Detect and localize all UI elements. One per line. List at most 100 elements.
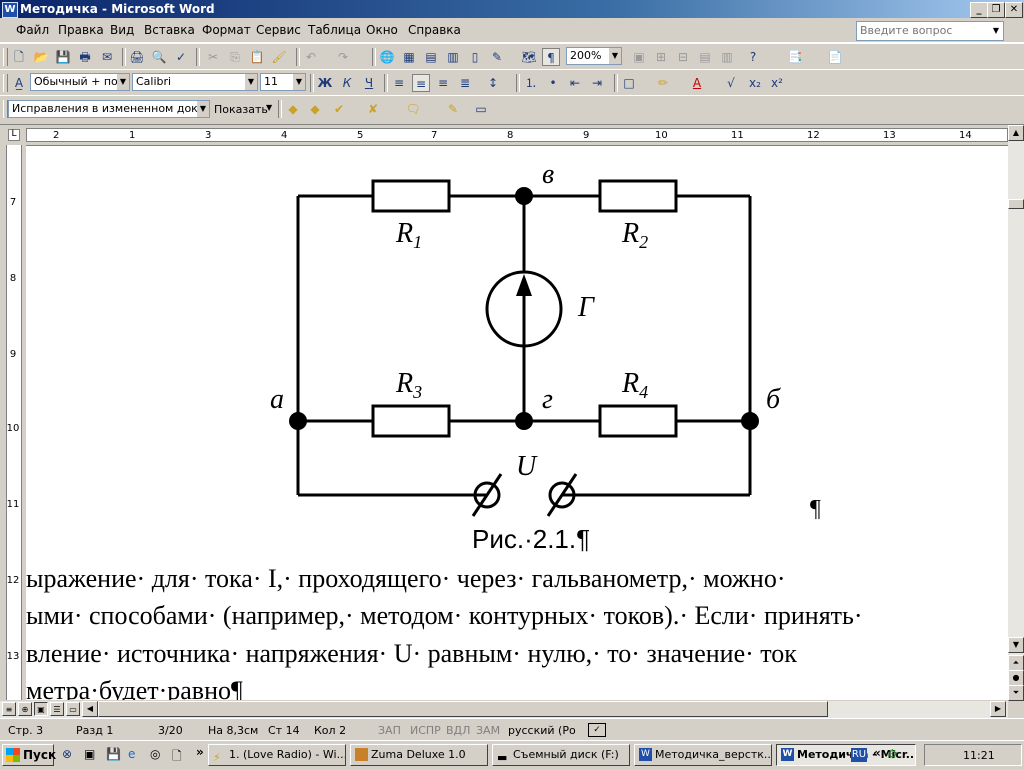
normal-view-icon[interactable]: ≡ — [2, 702, 16, 716]
font-color-icon[interactable]: A — [688, 74, 706, 92]
scroll-thumb[interactable] — [1008, 199, 1024, 209]
bold-icon[interactable]: Ж — [316, 74, 334, 92]
menu-view[interactable]: Вид — [110, 23, 134, 37]
tables-borders-icon[interactable]: ▦ — [400, 48, 418, 66]
paste-icon[interactable]: 📋 — [248, 48, 266, 66]
maximize-button[interactable]: ❐ — [987, 2, 1005, 18]
menu-tools[interactable]: Сервис — [256, 23, 301, 37]
justify-icon[interactable]: ≣ — [456, 74, 474, 92]
redo-icon[interactable]: ↷ — [334, 48, 352, 66]
insert-table-icon[interactable]: ▤ — [422, 48, 440, 66]
track-changes-icon[interactable]: ✎ — [444, 100, 462, 118]
quicklaunch-more-icon[interactable]: » — [196, 745, 204, 759]
menu-edit[interactable]: Правка — [58, 23, 104, 37]
task-removable-disk[interactable]: ▬ Съемный диск (F:) — [492, 744, 630, 766]
quicklaunch-icon[interactable]: ◎ — [150, 747, 160, 761]
print-preview-icon[interactable]: 🔍 — [150, 48, 168, 66]
font-combo[interactable]: Calibri ▼ — [132, 73, 258, 91]
table-distribute-icon[interactable]: ▥ — [718, 48, 736, 66]
reject-change-icon[interactable]: ✘ — [364, 100, 382, 118]
previous-change-icon[interactable]: ◆ — [284, 100, 302, 118]
table-align-icon[interactable]: ▤ — [696, 48, 714, 66]
start-button[interactable]: Пуск — [2, 744, 56, 766]
status-position[interactable]: На 8,3см — [208, 724, 258, 737]
spelling-status-icon[interactable]: ✓ — [588, 723, 606, 737]
language-indicator[interactable]: RU — [851, 748, 867, 762]
undo-icon[interactable]: ↶ — [302, 48, 320, 66]
insert-excel-icon[interactable]: ▥ — [444, 48, 462, 66]
line-spacing-icon[interactable]: ↕ — [484, 74, 502, 92]
horizontal-scroll-thumb[interactable] — [98, 701, 828, 717]
chevron-down-icon[interactable]: ▼ — [609, 48, 621, 64]
underline-icon[interactable]: Ч — [360, 74, 378, 92]
spelling-icon[interactable]: ✓ — [172, 48, 190, 66]
status-extend[interactable]: ВДЛ — [446, 724, 470, 737]
chevron-down-icon[interactable]: ▼ — [117, 74, 129, 90]
print-icon[interactable]: 🖨 — [128, 48, 146, 66]
permission-icon[interactable]: 🖶 — [76, 48, 94, 66]
help-search-box[interactable]: ▼ — [856, 21, 1004, 41]
chevron-down-icon[interactable]: ▼ — [293, 74, 305, 90]
equation-icon[interactable]: √ — [722, 74, 740, 92]
minimize-button[interactable]: _ — [970, 2, 988, 18]
close-button[interactable]: ✕ — [1005, 2, 1023, 18]
status-column[interactable]: Кол 2 — [314, 724, 346, 737]
vertical-ruler[interactable]: 7 8 9 10 11 12 13 — [0, 145, 26, 700]
columns-icon[interactable]: ▯ — [466, 48, 484, 66]
print-layout-view-icon[interactable]: ▣ — [34, 702, 48, 716]
zoom-combo[interactable]: 200% ▼ — [566, 47, 622, 65]
insert-comment-icon[interactable]: 🗨 — [404, 100, 422, 118]
drawing-icon[interactable]: ✎ — [488, 48, 506, 66]
status-record-macro[interactable]: ЗАП — [378, 724, 401, 737]
highlight-icon[interactable]: ✏ — [654, 74, 672, 92]
quicklaunch-icon[interactable]: ▣ — [84, 747, 95, 761]
reading-view-icon[interactable]: ▭ — [66, 702, 80, 716]
internet-explorer-icon[interactable]: e — [128, 747, 135, 761]
scroll-down-arrow-icon[interactable]: ▼ — [1008, 637, 1024, 653]
table-merge-icon[interactable]: ⊞ — [652, 48, 670, 66]
document-page[interactable]: R1 R2 R3 R4 Г U а б в г ¶ Рис.·2.1.¶ ыра… — [26, 146, 1008, 700]
menu-format[interactable]: Формат — [202, 23, 251, 37]
format-painter-icon[interactable]: 🖌 — [270, 48, 288, 66]
superscript-icon[interactable]: x² — [768, 74, 786, 92]
menu-window[interactable]: Окно — [366, 23, 398, 37]
ruler-strip[interactable]: 2 1 3 4 5 7 8 9 10 11 12 13 14 — [26, 128, 1008, 142]
show-menu-button[interactable]: Показать — [214, 103, 268, 116]
bullets-icon[interactable]: • — [544, 74, 562, 92]
quicklaunch-icon[interactable]: 🗋 — [172, 747, 182, 768]
chevron-down-icon[interactable]: ▼ — [266, 103, 272, 112]
chevron-down-icon[interactable]: ▼ — [990, 23, 1002, 39]
align-left-icon[interactable]: ≡ — [390, 74, 408, 92]
quicklaunch-icon[interactable]: 💾 — [106, 747, 121, 761]
email-icon[interactable]: ✉ — [98, 48, 116, 66]
status-overtype[interactable]: ЗАМ — [476, 724, 500, 737]
next-page-icon[interactable]: ⏷ — [1008, 685, 1024, 701]
table-split-icon[interactable]: ⊟ — [674, 48, 692, 66]
border-icon[interactable]: □ — [620, 74, 638, 92]
word-app-icon[interactable]: W — [2, 2, 18, 18]
toolbar-grip[interactable] — [3, 74, 8, 92]
new-document-icon[interactable]: 🗋 — [10, 48, 28, 66]
align-center-icon[interactable]: ≡ — [412, 74, 430, 92]
increase-indent-icon[interactable]: ⇥ — [588, 74, 606, 92]
scroll-left-arrow-icon[interactable]: ◀ — [82, 701, 98, 717]
task-winamp[interactable]: ⚡ 1. (Love Radio) - Wi... — [208, 744, 346, 766]
chevron-down-icon[interactable]: ▼ — [245, 74, 257, 90]
italic-icon[interactable]: К — [338, 74, 356, 92]
read-icon[interactable]: ▣ — [630, 48, 648, 66]
select-browse-object-icon[interactable]: ● — [1008, 670, 1024, 686]
scroll-up-arrow-icon[interactable]: ▲ — [1008, 125, 1024, 141]
tray-expand-icon[interactable]: « — [873, 746, 881, 760]
menu-file[interactable]: Файл — [16, 23, 49, 37]
research-icon[interactable]: 📑 — [786, 48, 804, 66]
chevron-down-icon[interactable]: ▼ — [197, 101, 209, 117]
numbering-icon[interactable]: ⒈ — [522, 74, 540, 92]
copy-icon[interactable]: ⎘ — [226, 48, 244, 66]
vertical-scrollbar[interactable]: ▲ ▼ ⏶ ● ⏷ — [1008, 125, 1024, 701]
tab-selector-icon[interactable]: L — [8, 129, 20, 141]
style-combo[interactable]: Обычный + по ц ▼ — [30, 73, 130, 91]
status-line[interactable]: Ст 14 — [268, 724, 300, 737]
cut-icon[interactable]: ✂ — [204, 48, 222, 66]
menu-insert[interactable]: Вставка — [144, 23, 195, 37]
save-icon[interactable]: 💾 — [54, 48, 72, 66]
